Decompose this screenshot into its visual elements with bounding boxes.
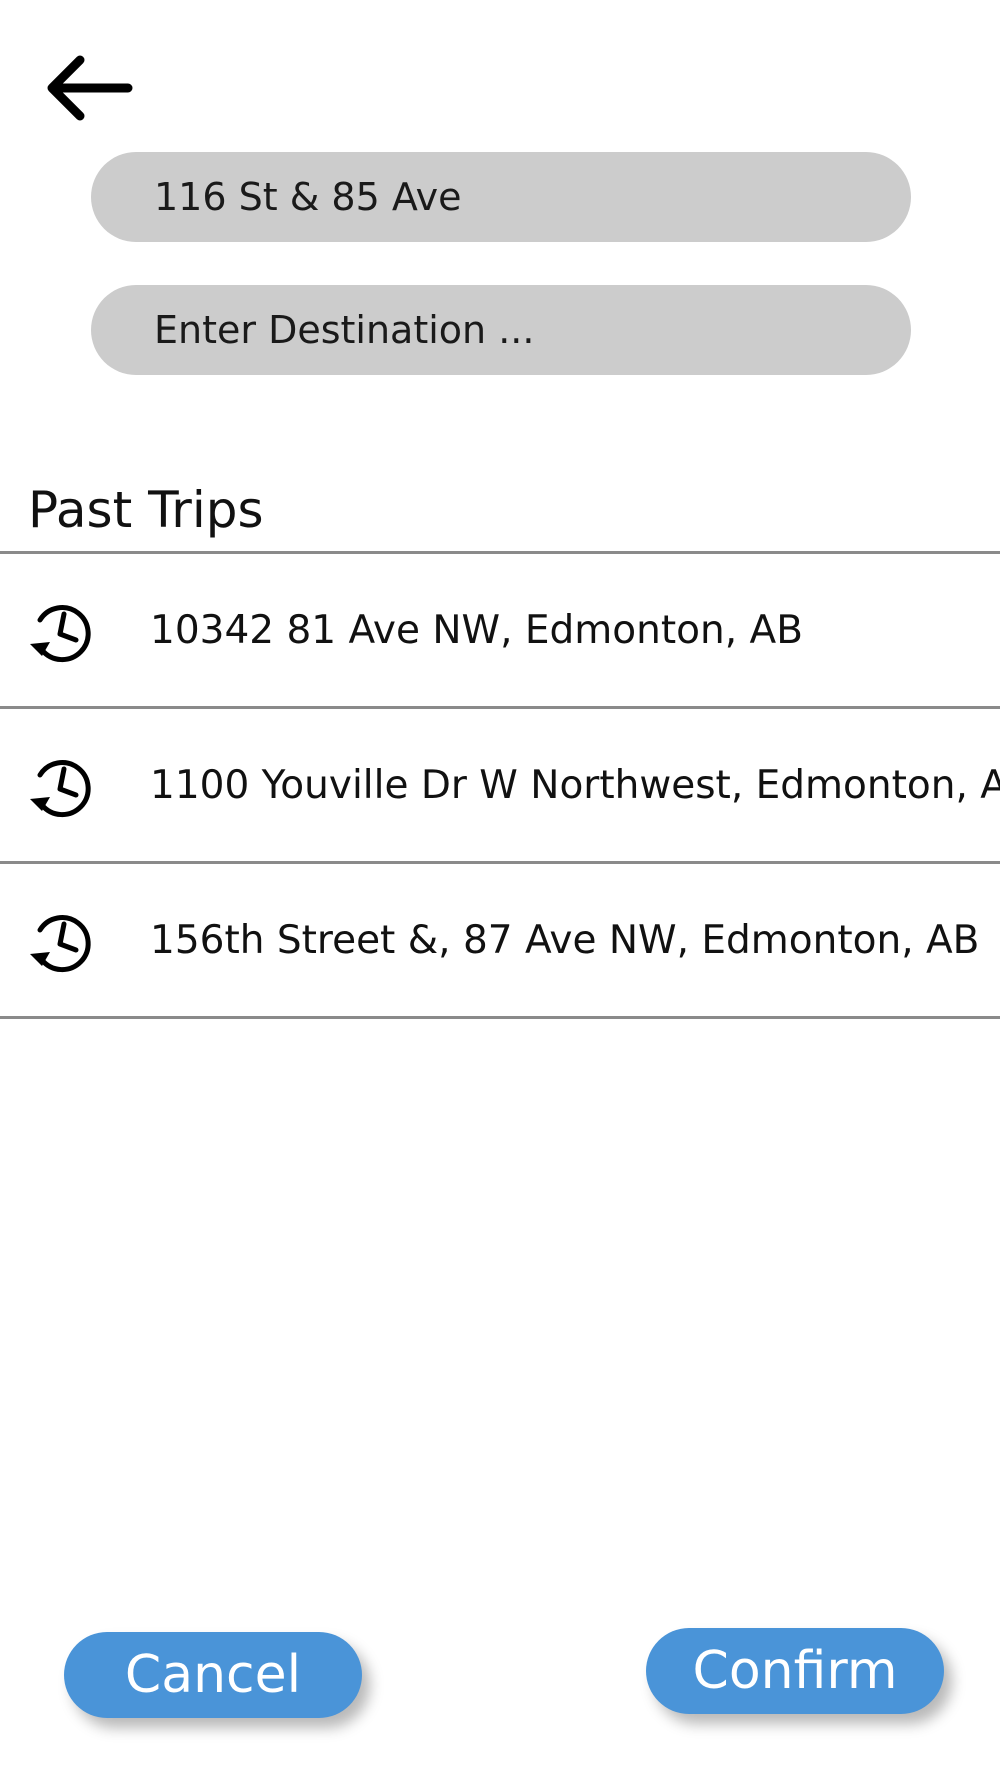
destination-placeholder: Enter Destination ... — [154, 308, 535, 352]
confirm-button[interactable]: Confirm — [646, 1628, 944, 1714]
past-trip-label: 156th Street &, 87 Ave NW, Edmonton, AB — [150, 917, 980, 963]
destination-input[interactable]: Enter Destination ... — [91, 285, 911, 375]
history-clock-icon — [30, 760, 91, 818]
past-trip-item[interactable]: 10342 81 Ave NW, Edmonton, AB — [0, 554, 1000, 709]
cancel-button[interactable]: Cancel — [64, 1632, 362, 1718]
origin-value: 116 St & 85 Ave — [154, 175, 462, 219]
back-button[interactable] — [40, 52, 140, 124]
past-trip-item[interactable]: 1100 Youville Dr W Northwest, Edmonton, … — [0, 709, 1000, 864]
past-trips-title: Past Trips — [28, 481, 264, 539]
past-trip-item[interactable]: 156th Street &, 87 Ave NW, Edmonton, AB — [0, 864, 1000, 1019]
past-trip-label: 10342 81 Ave NW, Edmonton, AB — [150, 607, 803, 653]
arrow-left-icon — [47, 55, 133, 121]
history-clock-icon — [30, 915, 91, 973]
origin-input[interactable]: 116 St & 85 Ave — [91, 152, 911, 242]
history-clock-icon — [30, 605, 91, 663]
past-trips-list: 10342 81 Ave NW, Edmonton, AB 1100 Youvi… — [0, 554, 1000, 1019]
past-trip-label: 1100 Youville Dr W Northwest, Edmonton, … — [150, 762, 1000, 808]
